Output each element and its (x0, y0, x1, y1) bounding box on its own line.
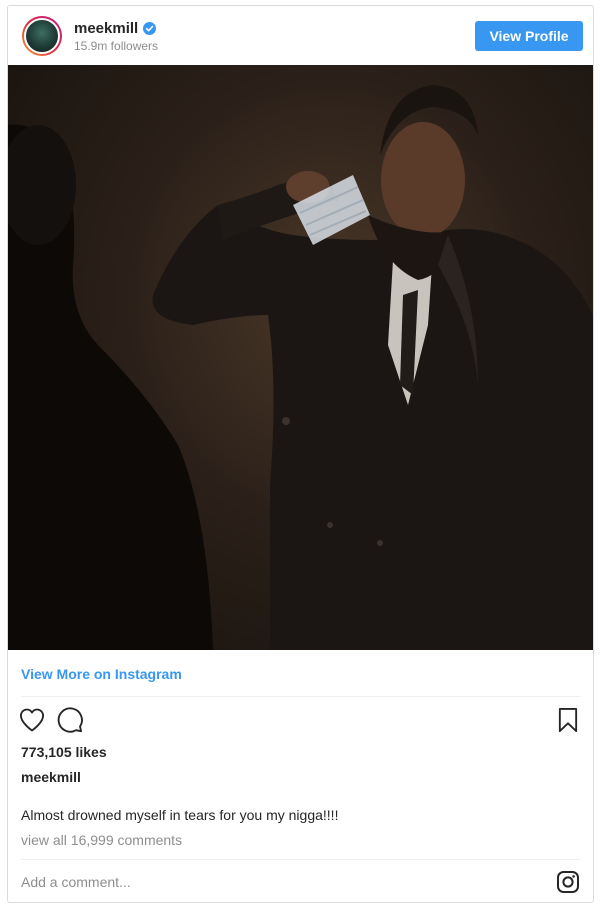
divider (21, 859, 580, 860)
caption-username[interactable]: meekmill (21, 769, 81, 785)
view-all-comments-link[interactable]: view all 16,999 comments (21, 832, 182, 848)
heart-icon[interactable] (18, 706, 46, 734)
view-more-link[interactable]: View More on Instagram (21, 666, 182, 682)
caption-text: Almost drowned myself in tears for you m… (21, 807, 339, 823)
follower-count: 15.9m followers (74, 39, 159, 53)
view-profile-button[interactable]: View Profile (475, 21, 583, 51)
post-photo[interactable] (8, 65, 593, 650)
instagram-embed-card: meekmill 15.9m followers View Profile Vi… (7, 5, 594, 903)
post-header: meekmill 15.9m followers View Profile (8, 6, 593, 66)
divider (21, 696, 580, 697)
likes-count[interactable]: 773,105 likes (21, 744, 107, 760)
add-comment-input[interactable] (21, 870, 521, 894)
avatar[interactable] (22, 16, 62, 56)
username[interactable]: meekmill (74, 20, 138, 37)
verified-badge-icon (143, 22, 157, 35)
username-row: meekmill (74, 20, 157, 37)
post-image (8, 85, 593, 650)
instagram-logo-icon[interactable] (556, 870, 580, 894)
comment-icon[interactable] (56, 706, 84, 734)
bookmark-icon[interactable] (554, 706, 582, 734)
action-bar (18, 706, 583, 736)
